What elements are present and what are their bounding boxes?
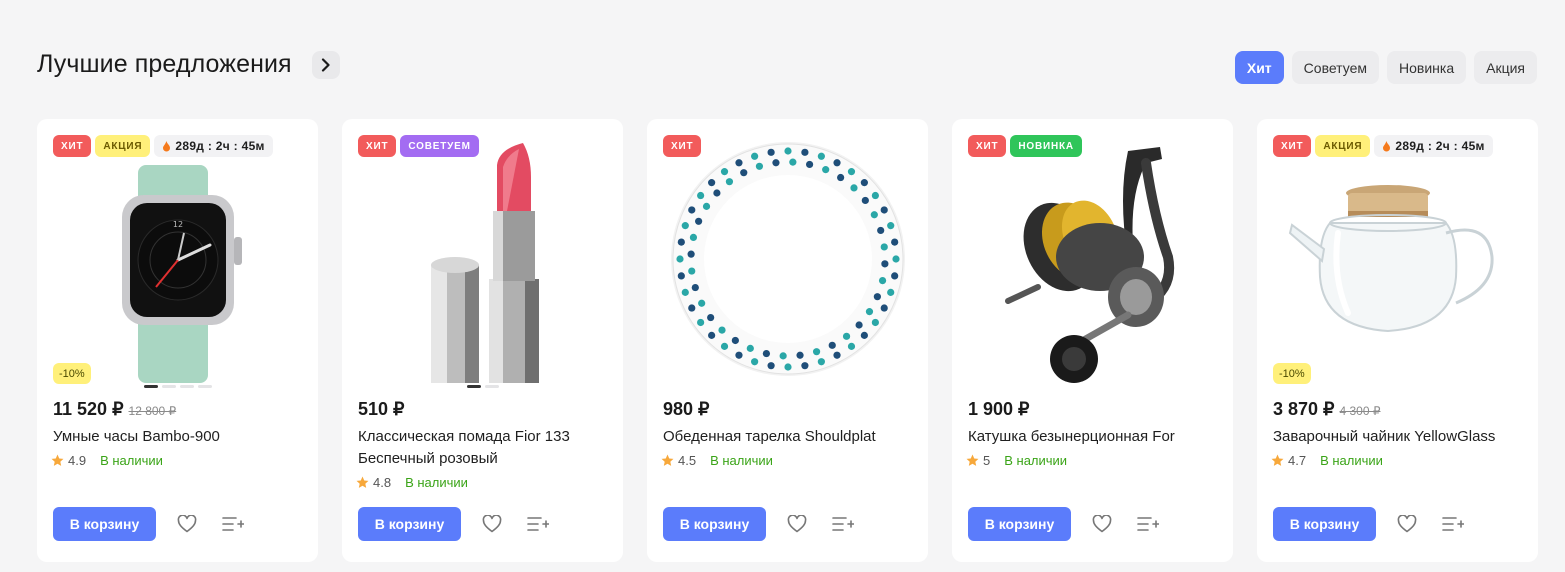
badge-hit: Хит	[53, 135, 92, 157]
badge-hit: Хит	[663, 135, 702, 157]
stock-status: В наличии	[1320, 453, 1383, 468]
old-price: 4 300 ₽	[1339, 404, 1381, 418]
product-list: 12 Хит Акция 289д : 2ч : 45м -10% 11 520…	[37, 119, 1538, 562]
badge-hit: Хит	[358, 135, 397, 157]
product-title[interactable]: Обеденная тарелка Shouldplat	[663, 426, 913, 448]
price: 980 ₽	[663, 399, 710, 419]
add-to-cart-button[interactable]: В корзину	[968, 507, 1071, 541]
price: 3 870 ₽	[1273, 399, 1335, 419]
product-image-reel[interactable]	[952, 119, 1233, 389]
badge-new: Новинка	[1010, 135, 1082, 157]
filter-promo[interactable]: Акция	[1474, 51, 1537, 84]
compare-button[interactable]	[831, 512, 855, 536]
svg-text:12: 12	[172, 220, 182, 229]
compare-button[interactable]	[526, 512, 550, 536]
favorite-button[interactable]	[1090, 512, 1114, 536]
compare-list-icon	[1442, 517, 1464, 531]
stock-status: В наличии	[405, 475, 468, 490]
product-image-teapot[interactable]	[1257, 119, 1538, 389]
fire-icon	[163, 140, 171, 151]
promo-timer: 289д : 2ч : 45м	[154, 135, 273, 157]
favorite-button[interactable]	[480, 512, 504, 536]
stock-status: В наличии	[1004, 453, 1068, 468]
add-to-cart-button[interactable]: В корзину	[358, 507, 461, 541]
discount-badge: -10%	[1273, 363, 1311, 384]
price: 510 ₽	[358, 399, 405, 419]
heart-icon	[787, 515, 807, 533]
compare-button[interactable]	[221, 512, 245, 536]
rating: 4.5 В наличии	[661, 453, 773, 468]
star-icon	[356, 476, 369, 488]
favorite-button[interactable]	[1395, 512, 1419, 536]
filter-tabs: Хит Советуем Новинка Акция	[1234, 51, 1537, 84]
star-icon	[1271, 454, 1284, 466]
product-title[interactable]: Катушка безынерционная For	[968, 426, 1218, 448]
timer-text: 289д : 2ч : 45м	[175, 139, 265, 153]
timer-text: 289д : 2ч : 45м	[1395, 139, 1485, 153]
compare-list-icon	[222, 517, 244, 531]
discount-badge: -10%	[53, 363, 91, 384]
product-image-lipstick[interactable]	[342, 119, 623, 389]
add-to-cart-button[interactable]: В корзину	[53, 507, 156, 541]
badge-promo: Акция	[95, 135, 151, 157]
heart-icon	[482, 515, 502, 533]
product-card[interactable]: Хит Новинка 1 900 ₽ Катушка безынерционн…	[952, 119, 1233, 562]
product-title[interactable]: Классическая помада Fior 133 Беспечный р…	[358, 426, 608, 470]
product-card[interactable]: Хит Советуем 510 ₽ Классическая помада F…	[342, 119, 623, 562]
compare-list-icon	[527, 517, 549, 531]
product-card[interactable]: 12 Хит Акция 289д : 2ч : 45м -10% 11 520…	[37, 119, 318, 562]
rating: 4.9 В наличии	[51, 453, 163, 468]
compare-button[interactable]	[1441, 512, 1465, 536]
compare-list-icon	[832, 517, 854, 531]
stock-status: В наличии	[710, 453, 773, 468]
badge-hit: Хит	[968, 135, 1007, 157]
section-more-button[interactable]	[311, 50, 340, 79]
image-pager[interactable]	[37, 385, 318, 388]
heart-icon	[1092, 515, 1112, 533]
chevron-right-icon	[321, 57, 330, 72]
filter-advise[interactable]: Советуем	[1291, 51, 1379, 84]
favorite-button[interactable]	[785, 512, 809, 536]
rating-value: 4.8	[373, 475, 392, 490]
badge-advise: Советуем	[400, 135, 479, 157]
badge-hit: Хит	[1273, 135, 1312, 157]
compare-list-icon	[1137, 517, 1159, 531]
star-icon	[661, 454, 674, 466]
badge-promo: Акция	[1315, 135, 1371, 157]
rating: 4.8 В наличии	[356, 475, 468, 490]
fire-icon	[1383, 140, 1391, 151]
product-title[interactable]: Умные часы Bambo-900	[53, 426, 303, 448]
star-icon	[51, 454, 64, 466]
rating: 4.7 В наличии	[1271, 453, 1383, 468]
star-icon	[966, 454, 979, 466]
compare-button[interactable]	[1136, 512, 1160, 536]
product-card[interactable]: Хит Акция 289д : 2ч : 45м -10% 3 870 ₽ 4…	[1257, 119, 1538, 562]
heart-icon	[1397, 515, 1417, 533]
old-price: 12 800 ₽	[128, 404, 177, 418]
price: 1 900 ₽	[968, 399, 1030, 419]
rating-value: 4.7	[1288, 453, 1307, 468]
product-image-plate[interactable]	[647, 119, 928, 389]
product-image-watch[interactable]: 12	[37, 119, 318, 389]
section-title: Лучшие предложения	[37, 50, 292, 78]
rating-value: 4.9	[68, 453, 87, 468]
add-to-cart-button[interactable]: В корзину	[663, 507, 766, 541]
add-to-cart-button[interactable]: В корзину	[1273, 507, 1376, 541]
image-pager[interactable]	[342, 385, 623, 388]
filter-hit[interactable]: Хит	[1234, 51, 1284, 84]
favorite-button[interactable]	[175, 512, 199, 536]
product-title[interactable]: Заварочный чайник YellowGlass	[1273, 426, 1523, 448]
promo-timer: 289д : 2ч : 45м	[1374, 135, 1493, 157]
product-card[interactable]: Хит 980 ₽ Обеденная тарелка Shouldplat 4…	[647, 119, 928, 562]
filter-new[interactable]: Новинка	[1387, 51, 1467, 84]
rating-value: 5	[983, 453, 991, 468]
rating-value: 4.5	[678, 453, 697, 468]
rating: 5 В наличии	[966, 453, 1067, 468]
price: 11 520 ₽	[53, 399, 124, 419]
heart-icon	[177, 515, 197, 533]
section-header: Лучшие предложения	[37, 50, 340, 79]
stock-status: В наличии	[100, 453, 163, 468]
